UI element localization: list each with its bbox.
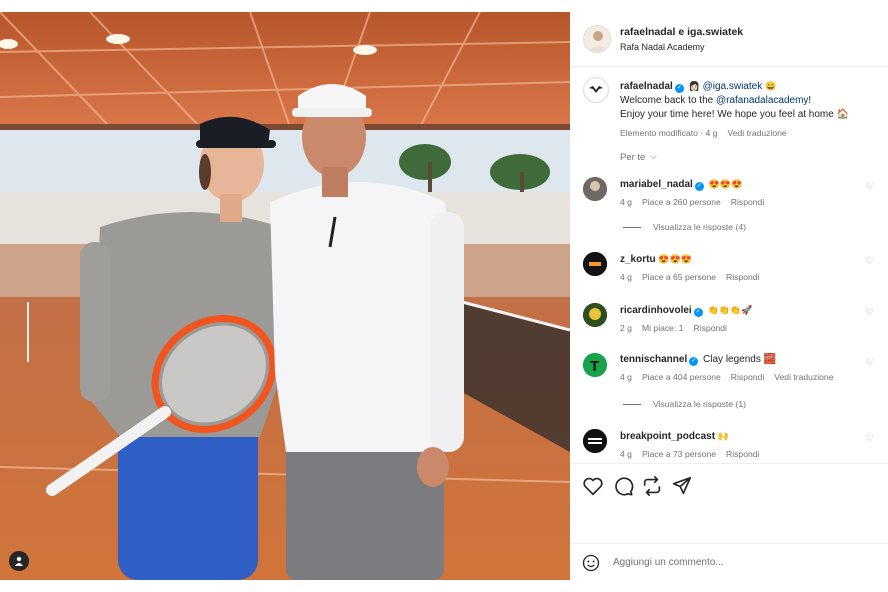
filter-label[interactable]: Per te — [620, 152, 645, 163]
comment-username[interactable]: tennischannel — [620, 354, 687, 365]
comment-time: 4 g — [620, 272, 632, 282]
svg-text:T: T — [590, 358, 599, 375]
photo-image — [0, 12, 570, 580]
z-kortu-avatar[interactable] — [583, 252, 607, 276]
tennischannel-avatar[interactable]: T — [583, 353, 607, 377]
view-replies[interactable]: Visualizza le risposte (4) — [623, 222, 746, 232]
send-icon[interactable] — [671, 475, 693, 497]
caption-username[interactable]: rafaelnadal — [620, 81, 673, 92]
edited-text: Elemento modificato — [620, 128, 698, 138]
comment-likes[interactable]: Piace a 65 persone — [642, 272, 716, 282]
comment-text: Clay legends 🧱 — [703, 354, 777, 365]
verified-badge-icon: ✓ — [689, 357, 699, 366]
comment-text: 👏👏👏🚀 — [707, 305, 753, 315]
post-location[interactable]: Rafa Nadal Academy — [620, 42, 705, 52]
comment-likes[interactable]: Mi piace: 1 — [642, 323, 684, 333]
caption-line1-prefix: Welcome back to the — [620, 95, 716, 106]
comment-translate[interactable]: Vedi traduzione — [774, 372, 833, 382]
caption-line2: Enjoy your time here! We hope you feel a… — [620, 109, 850, 120]
add-comment-bar: Aggiungi un commento... — [570, 543, 888, 581]
post-author[interactable]: rafaelnadal e iga.swiatek — [620, 26, 743, 38]
comment-like-icon[interactable]: ♡ — [866, 433, 874, 444]
comment-like-icon[interactable]: ♡ — [866, 181, 874, 192]
view-replies[interactable]: Visualizza le risposte (1) — [623, 399, 746, 409]
comment-username[interactable]: z_kortu — [620, 254, 656, 265]
view-replies-label[interactable]: Visualizza le risposte (1) — [653, 399, 746, 409]
woman-emoji-icon: 👩🏻 — [688, 81, 700, 91]
comment-icon[interactable] — [612, 475, 634, 497]
comment-text: 😍😍😍 — [708, 179, 743, 189]
emoji-icon[interactable] — [582, 554, 600, 577]
share-icon[interactable] — [641, 475, 663, 497]
mariabel-avatar[interactable] — [583, 177, 607, 201]
comments-list[interactable]: rafaelnadal ✓ 👩🏻 @iga.swiatek 😀 Welcome b… — [570, 67, 888, 463]
caption-translate[interactable]: Vedi traduzione — [727, 128, 786, 138]
chevron-down-icon[interactable]: ⌵ — [650, 151, 657, 162]
caption-mention[interactable]: @iga.swiatek — [703, 81, 763, 92]
tagged-user-icon[interactable] — [9, 551, 29, 571]
comment-username[interactable]: breakpoint_podcast — [620, 431, 715, 442]
post-actions-bar — [570, 463, 888, 544]
comment-like-icon[interactable]: ♡ — [866, 256, 874, 267]
comment-like-icon[interactable]: ♡ — [866, 357, 874, 368]
caption-emoji: 😀 — [765, 81, 777, 91]
comment-text: 🙌 — [717, 431, 730, 441]
comment-like-icon[interactable]: ♡ — [866, 307, 874, 318]
comment-likes[interactable]: Piace a 404 persone — [642, 372, 721, 382]
author-avatar[interactable] — [583, 25, 611, 53]
ricardinho-avatar[interactable] — [583, 303, 607, 327]
comment-time: 2 g — [620, 323, 632, 333]
caption-time: 4 g — [705, 128, 718, 138]
like-heart-icon[interactable] — [582, 475, 604, 497]
rafaelnadal-avatar[interactable] — [583, 77, 609, 103]
reply-button[interactable]: Rispondi — [726, 272, 759, 282]
comment-username[interactable]: ricardinhovolei — [620, 305, 692, 316]
breakpoint-avatar[interactable] — [583, 429, 607, 453]
comment-time: 4 g — [620, 372, 632, 382]
edited-label: Elemento modificato · 4 g — [620, 128, 718, 138]
reply-button[interactable]: Rispondi — [731, 197, 764, 207]
post-side-panel: rafaelnadal e iga.swiatek Rafa Nadal Aca… — [570, 12, 888, 580]
verified-badge-icon: ✓ — [693, 308, 703, 317]
verified-badge-icon: ✓ — [674, 84, 684, 93]
comment-likes[interactable]: Piace a 260 persone — [642, 197, 721, 207]
comment-time: 4 g — [620, 449, 632, 459]
caption-line1-suffix: ! — [808, 95, 812, 106]
view-replies-label[interactable]: Visualizza le risposte (4) — [653, 222, 746, 232]
reply-button[interactable]: Rispondi — [694, 323, 727, 333]
verified-badge-icon: ✓ — [694, 182, 704, 191]
reply-button[interactable]: Rispondi — [731, 372, 764, 382]
post-photo[interactable] — [0, 12, 570, 580]
comment-likes[interactable]: Piace a 73 persone — [642, 449, 716, 459]
comment-username[interactable]: mariabel_nadal — [620, 179, 693, 190]
reply-button[interactable]: Rispondi — [726, 449, 759, 459]
add-comment-input[interactable]: Aggiungi un commento... — [613, 557, 724, 568]
caption-academy-link[interactable]: @rafanadalacademy — [716, 95, 808, 106]
comment-time: 4 g — [620, 197, 632, 207]
comment-text: 😍😍😍 — [658, 254, 692, 264]
post-header: rafaelnadal e iga.swiatek Rafa Nadal Aca… — [570, 12, 888, 67]
